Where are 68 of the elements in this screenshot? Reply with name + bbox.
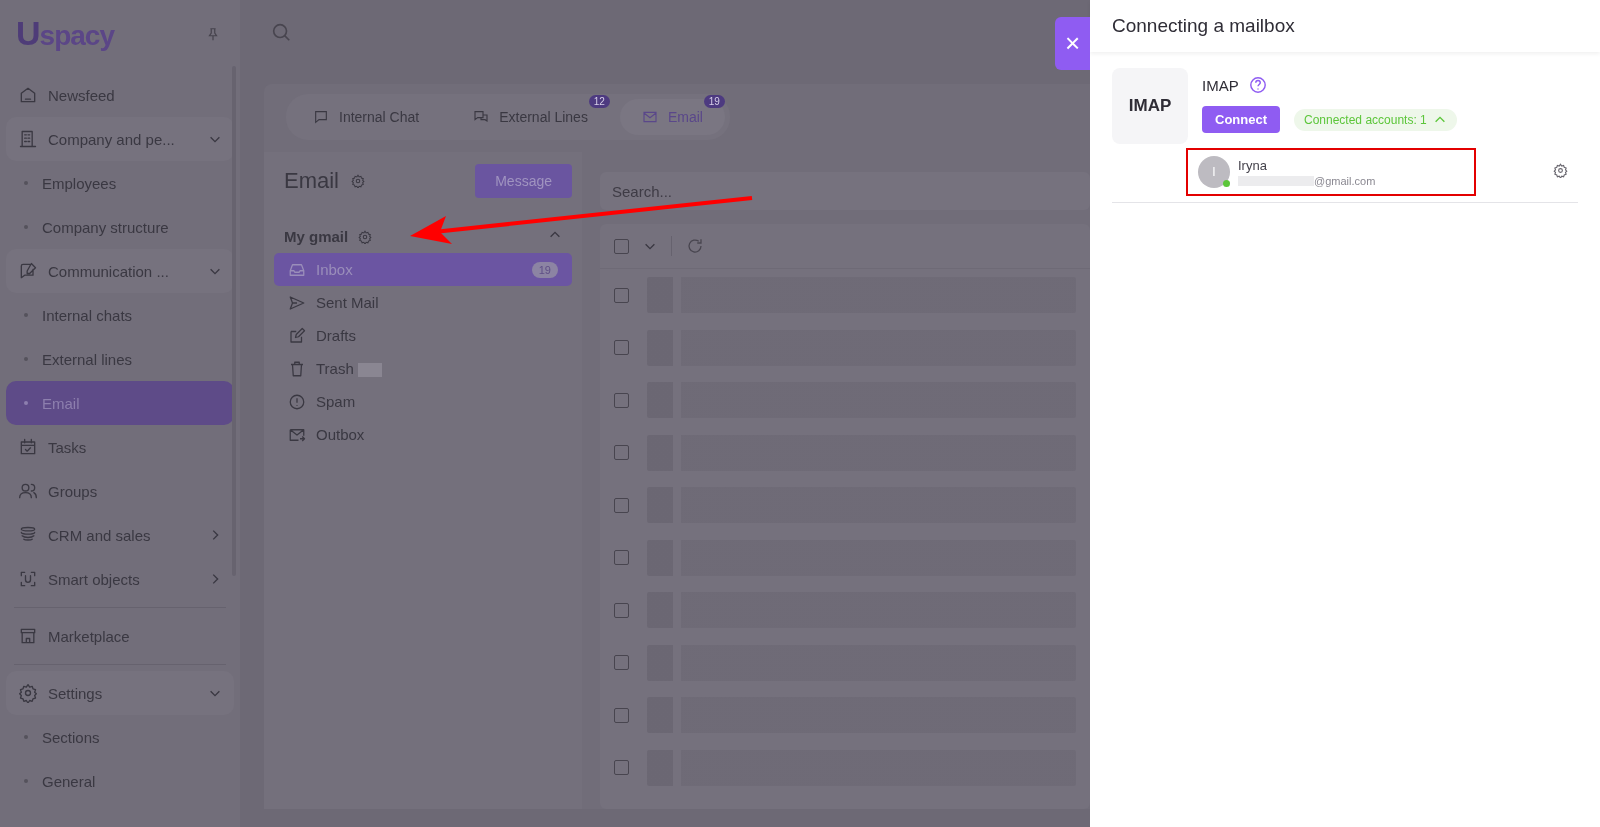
account-name[interactable]: My gmail: [284, 228, 349, 245]
row-checkbox[interactable]: [614, 445, 629, 461]
folder-icon: [288, 359, 306, 378]
row-checkbox[interactable]: [614, 760, 629, 776]
connect-button[interactable]: Connect: [1202, 106, 1280, 133]
folder-item[interactable]: Outbox: [274, 418, 572, 451]
chat-icon: [313, 109, 329, 125]
sidebar-icon: [18, 683, 38, 703]
search-field[interactable]: Search...: [600, 172, 1090, 210]
sidebar-icon: [18, 626, 38, 646]
sidebar-group[interactable]: Company and pe...: [6, 117, 234, 161]
sidebar-group[interactable]: Communication ...: [6, 249, 234, 293]
envelope-icon: [641, 109, 658, 125]
sidebar-icon: [18, 129, 38, 149]
row-checkbox[interactable]: [614, 287, 629, 303]
select-all-checkbox[interactable]: [614, 238, 629, 254]
search-icon[interactable]: [270, 21, 292, 43]
sidebar-icon: [18, 569, 38, 589]
folder-item[interactable]: Drafts: [274, 319, 572, 352]
sidebar-subitem[interactable]: Employees: [6, 161, 234, 205]
tab[interactable]: Internal Chat: [291, 99, 442, 135]
folder-item[interactable]: Sent Mail: [274, 286, 572, 319]
sidebar-icon: [18, 85, 38, 105]
settings-icon[interactable]: [1553, 162, 1568, 178]
sidebar-subitem[interactable]: External lines: [6, 337, 234, 381]
sidebar-subitem[interactable]: Sections: [6, 715, 234, 759]
sidebar-icon: [18, 261, 38, 281]
message-button[interactable]: Message: [475, 164, 572, 198]
sidebar-group[interactable]: Smart objects: [6, 557, 234, 601]
sidebar-icon: [18, 481, 38, 501]
sidebar-item[interactable]: Groups: [6, 469, 234, 513]
folder-icon: [288, 326, 306, 345]
close-button[interactable]: ×: [1055, 17, 1090, 70]
provider-logo: IMAP: [1112, 68, 1188, 144]
row-checkbox[interactable]: [614, 602, 629, 618]
sidebar-group[interactable]: CRM and sales: [6, 513, 234, 557]
count-badge: 12: [588, 95, 610, 108]
provider-name: IMAP: [1202, 76, 1239, 94]
connected-accounts-toggle[interactable]: Connected accounts: 1: [1294, 108, 1457, 131]
row-checkbox[interactable]: [614, 497, 629, 513]
sidebar-item[interactable]: Newsfeed: [6, 73, 234, 117]
sidebar-subitem[interactable]: General: [6, 759, 234, 803]
folder-item[interactable]: Spam: [274, 385, 572, 418]
panel-title: Email: [284, 168, 339, 194]
refresh-icon[interactable]: [686, 237, 704, 255]
count-badge: 19: [703, 95, 725, 108]
row-checkbox[interactable]: [614, 392, 629, 408]
folder-item[interactable]: Trash: [274, 352, 572, 385]
sidebar-icon: [18, 437, 38, 457]
account-name: Iryna: [1238, 157, 1268, 173]
sidebar-subitem[interactable]: Internal chats: [6, 293, 234, 337]
settings-icon[interactable]: [358, 229, 373, 244]
settings-icon[interactable]: [351, 174, 365, 188]
row-checkbox[interactable]: [614, 550, 629, 566]
sidebar-item[interactable]: Marketplace: [6, 614, 234, 658]
account-email: @gmail.com: [1314, 174, 1376, 187]
row-checkbox[interactable]: [614, 655, 629, 671]
sidebar-subitem[interactable]: Company structure: [6, 205, 234, 249]
folder-icon: [288, 392, 306, 411]
folder-icon: [288, 293, 306, 312]
drawer-title: Connecting a mailbox: [1090, 0, 1600, 52]
row-checkbox[interactable]: [614, 707, 629, 723]
sidebar-item[interactable]: Tasks: [6, 425, 234, 469]
chats-icon: [473, 109, 490, 125]
help-icon[interactable]: [1248, 76, 1267, 94]
row-checkbox[interactable]: [614, 340, 629, 356]
sidebar-group[interactable]: Settings: [6, 671, 234, 715]
pin-icon[interactable]: [206, 26, 220, 41]
